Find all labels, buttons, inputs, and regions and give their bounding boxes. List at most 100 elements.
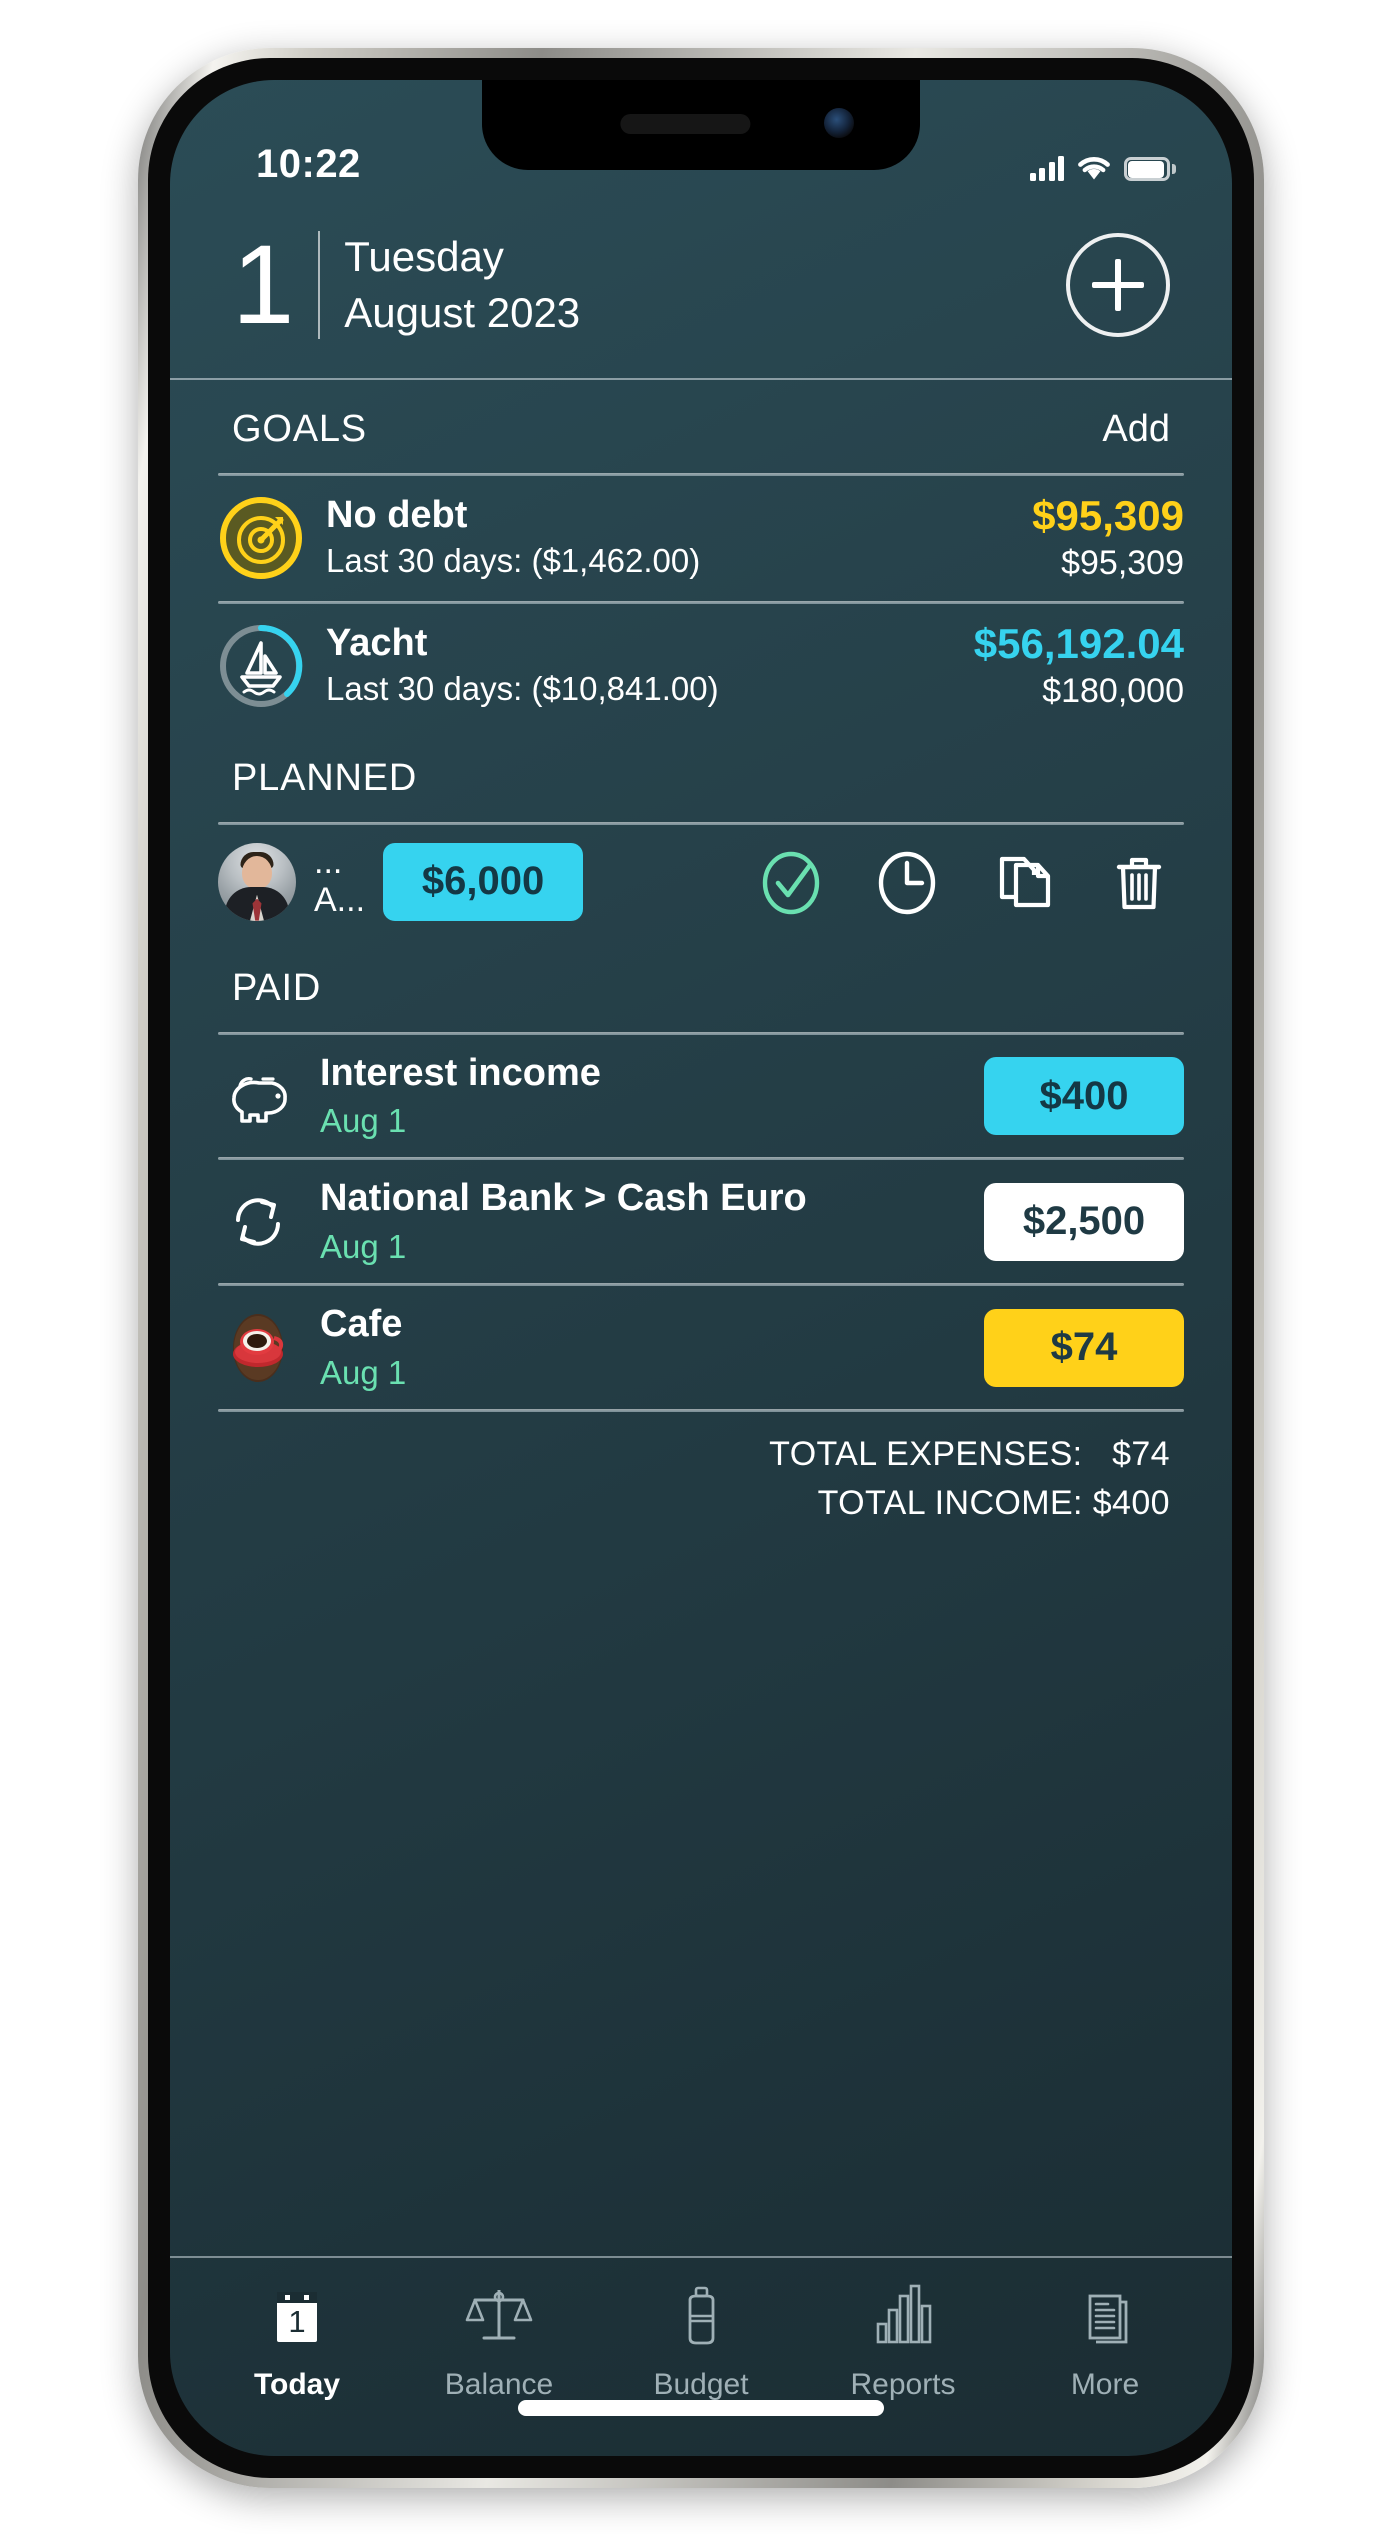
goal-current-amount: $56,192.04 xyxy=(973,619,1184,667)
plus-icon xyxy=(1092,259,1144,311)
date-stack: Tuesday August 2023 xyxy=(344,232,581,336)
goal-amounts: $95,309 $95,309 xyxy=(1032,492,1184,585)
goal-row-yacht[interactable]: Yacht Last 30 days: ($10,841.00) $56,192… xyxy=(170,604,1232,729)
target-goal-icon xyxy=(218,495,304,581)
tab-label: Balance xyxy=(444,2368,554,2401)
planned-labels: ... A... xyxy=(314,842,366,919)
phone-mockup: 10:22 1 Tuesday August 2023 GOALS Add No… xyxy=(0,0,1400,2534)
paid-section-header: PAID xyxy=(170,939,1232,1032)
coffee-cup-icon xyxy=(218,1308,298,1388)
tab-balance[interactable]: Balance xyxy=(398,2280,600,2402)
paid-amount-pill[interactable]: $2,500 xyxy=(984,1182,1184,1261)
planned-line2: A... xyxy=(314,880,366,919)
goals-add-link[interactable]: Add xyxy=(1102,408,1170,451)
status-indicators xyxy=(1029,155,1176,184)
total-expenses-label: TOTAL EXPENSES: xyxy=(769,1435,1083,1474)
day-number: 1 xyxy=(232,221,294,347)
clock-icon[interactable] xyxy=(870,845,944,919)
main-content: GOALS Add No debt Last 30 days: ($1,462.… xyxy=(170,380,1232,2456)
total-expenses-value: $74 xyxy=(1112,1435,1170,1474)
goal-name: Yacht xyxy=(326,621,428,664)
trash-icon[interactable] xyxy=(1102,845,1176,919)
totals-summary: TOTAL EXPENSES: $74 TOTAL INCOME: $400 xyxy=(170,1412,1232,1529)
paid-date: Aug 1 xyxy=(320,1102,407,1140)
goals-title: GOALS xyxy=(232,408,367,450)
tab-label: Today xyxy=(253,2368,341,2401)
battery-icon xyxy=(1124,157,1176,181)
bar-chart-reports-icon xyxy=(876,2284,932,2344)
goal-target-amount: $95,309 xyxy=(1061,544,1184,583)
calendar-today-icon: 1 xyxy=(277,2292,317,2342)
sailboat-goal-icon xyxy=(218,623,304,709)
paid-text: Cafe Aug 1 xyxy=(320,1302,962,1393)
paid-name: National Bank > Cash Euro xyxy=(320,1177,807,1220)
planned-amount-pill[interactable]: $6,000 xyxy=(383,842,584,921)
paid-row-interest-income[interactable]: Interest income Aug 1 $400 xyxy=(170,1035,1232,1158)
budget-jar-icon xyxy=(688,2286,715,2345)
total-income-label: TOTAL INCOME: xyxy=(817,1484,1083,1523)
goal-subtitle: Last 30 days: ($1,462.00) xyxy=(326,541,701,579)
header-divider xyxy=(318,231,321,339)
wifi-icon xyxy=(1078,157,1110,180)
status-bar: 10:22 xyxy=(170,80,1232,192)
goal-row-no-debt[interactable]: No debt Last 30 days: ($1,462.00) $95,30… xyxy=(170,476,1232,601)
front-camera xyxy=(824,108,854,138)
goal-amounts: $56,192.04 $180,000 xyxy=(974,620,1184,713)
status-time: 10:22 xyxy=(256,142,361,186)
total-income-value: $400 xyxy=(1092,1484,1170,1523)
planned-title: PLANNED xyxy=(232,756,418,799)
tab-budget[interactable]: Budget xyxy=(600,2280,802,2402)
paid-name: Cafe xyxy=(320,1303,403,1346)
transfer-arrows-icon xyxy=(218,1182,298,1262)
paid-amount-pill[interactable]: $400 xyxy=(984,1057,1184,1136)
tab-reports[interactable]: Reports xyxy=(802,2280,1004,2402)
paid-row-cafe[interactable]: Cafe Aug 1 $74 xyxy=(170,1286,1232,1409)
paid-text: National Bank > Cash Euro Aug 1 xyxy=(320,1176,962,1267)
tab-label: Budget xyxy=(653,2368,749,2401)
phone-bezel: 10:22 1 Tuesday August 2023 GOALS Add No… xyxy=(148,58,1254,2478)
tab-today[interactable]: 1 Today xyxy=(196,2280,398,2402)
planned-actions xyxy=(754,845,1184,919)
home-indicator[interactable] xyxy=(518,2400,884,2416)
goal-text: Yacht Last 30 days: ($10,841.00) xyxy=(326,622,952,711)
goal-name: No debt xyxy=(326,494,468,537)
goal-current-amount: $95,309 xyxy=(1032,492,1184,539)
cellular-bars-icon xyxy=(1029,155,1064,181)
piggy-bank-icon xyxy=(218,1056,298,1136)
goals-section-header: GOALS Add xyxy=(170,380,1232,473)
paid-text: Interest income Aug 1 xyxy=(320,1051,962,1142)
month-year-label: August 2023 xyxy=(344,289,581,336)
planned-line1: ... xyxy=(314,842,343,881)
paid-amount-pill[interactable]: $74 xyxy=(984,1308,1184,1387)
paid-title: PAID xyxy=(232,966,322,1009)
paid-name: Interest income xyxy=(320,1051,601,1094)
notch xyxy=(482,80,920,170)
tab-label: Reports xyxy=(850,2368,956,2401)
tab-more[interactable]: More xyxy=(1004,2280,1206,2402)
earpiece-speaker xyxy=(620,114,751,134)
svg-text:1: 1 xyxy=(288,2304,305,2339)
tab-label: More xyxy=(1070,2368,1140,2401)
add-transaction-button[interactable] xyxy=(1066,233,1170,337)
paid-row-transfer[interactable]: National Bank > Cash Euro Aug 1 $2,500 xyxy=(170,1160,1232,1283)
check-circle-icon[interactable] xyxy=(754,845,828,919)
date-header: 1 Tuesday August 2023 xyxy=(170,192,1232,378)
total-income-row: TOTAL INCOME: $400 xyxy=(232,1479,1170,1528)
phone-screen: 10:22 1 Tuesday August 2023 GOALS Add No… xyxy=(170,80,1232,2456)
scales-balance-icon xyxy=(465,2290,533,2340)
person-avatar[interactable] xyxy=(218,842,296,921)
phone-frame: 10:22 1 Tuesday August 2023 GOALS Add No… xyxy=(138,48,1264,2488)
paid-date: Aug 1 xyxy=(320,1228,407,1266)
planned-row[interactable]: ... A... $6,000 xyxy=(170,825,1232,939)
documents-more-icon xyxy=(1088,2294,1128,2344)
planned-section-header: PLANNED xyxy=(170,729,1232,822)
paid-date: Aug 1 xyxy=(320,1353,407,1391)
goal-text: No debt Last 30 days: ($1,462.00) xyxy=(326,494,1010,583)
total-expenses-row: TOTAL EXPENSES: $74 xyxy=(232,1430,1170,1479)
tab-bar: 1 Today Balance Budget Reports More xyxy=(170,2256,1232,2456)
weekday-label: Tuesday xyxy=(344,232,504,280)
goal-target-amount: $180,000 xyxy=(1042,672,1184,711)
copy-documents-icon[interactable] xyxy=(986,845,1060,919)
goal-subtitle: Last 30 days: ($10,841.00) xyxy=(326,669,719,707)
